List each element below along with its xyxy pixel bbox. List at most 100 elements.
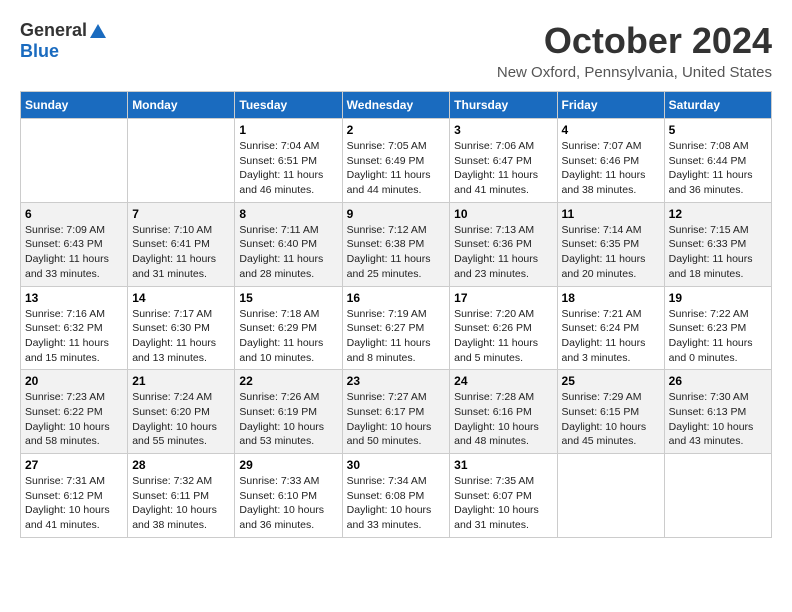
day-info: Sunrise: 7:14 AM Sunset: 6:35 PM Dayligh…: [562, 223, 660, 282]
day-info: Sunrise: 7:33 AM Sunset: 6:10 PM Dayligh…: [239, 474, 337, 533]
calendar-cell: 18Sunrise: 7:21 AM Sunset: 6:24 PM Dayli…: [557, 286, 664, 370]
day-info: Sunrise: 7:12 AM Sunset: 6:38 PM Dayligh…: [347, 223, 446, 282]
day-info: Sunrise: 7:19 AM Sunset: 6:27 PM Dayligh…: [347, 307, 446, 366]
day-info: Sunrise: 7:32 AM Sunset: 6:11 PM Dayligh…: [132, 474, 230, 533]
calendar-cell: 21 Sunrise: 7:24 AM Sunset: 6:20 PM Dayli…: [128, 370, 235, 454]
day-number: 2: [347, 123, 446, 137]
day-info: Sunrise: 7:08 AM Sunset: 6:44 PM Dayligh…: [669, 139, 767, 198]
calendar-cell: 27 Sunrise: 7:31 AM Sunset: 6:12 PM Dayli…: [21, 454, 128, 538]
day-info: Sunrise: 7:23 AM Sunset: 6:22 PM Dayligh…: [25, 390, 123, 449]
calendar-cell: 3 Sunrise: 7:06 AM Sunset: 6:47 PM Daylig…: [450, 119, 557, 203]
day-number: 28: [132, 458, 230, 472]
day-of-week-header: Friday: [557, 92, 664, 119]
day-info: Sunrise: 7:27 AM Sunset: 6:17 PM Dayligh…: [347, 390, 446, 449]
day-number: 24: [454, 374, 552, 388]
logo-triangle-icon: [89, 22, 107, 40]
calendar-cell: 12 Sunrise: 7:15 AM Sunset: 6:33 PM Dayli…: [664, 202, 771, 286]
day-info: Sunrise: 7:11 AM Sunset: 6:40 PM Dayligh…: [239, 223, 337, 282]
day-info: Sunrise: 7:16 AM Sunset: 6:32 PM Dayligh…: [25, 307, 123, 366]
calendar-cell: 9 Sunrise: 7:12 AM Sunset: 6:38 PM Daylig…: [342, 202, 450, 286]
calendar-week-row: 27 Sunrise: 7:31 AM Sunset: 6:12 PM Dayli…: [21, 454, 772, 538]
day-number: 29: [239, 458, 337, 472]
day-info: Sunrise: 7:26 AM Sunset: 6:19 PM Dayligh…: [239, 390, 337, 449]
day-number: 31: [454, 458, 552, 472]
day-number: 13: [25, 291, 123, 305]
calendar-cell: [21, 119, 128, 203]
day-number: 14: [132, 291, 230, 305]
calendar-cell: 5Sunrise: 7:08 AM Sunset: 6:44 PM Daylig…: [664, 119, 771, 203]
calendar-cell: [557, 454, 664, 538]
day-number: 1: [239, 123, 337, 137]
calendar-cell: 1 Sunrise: 7:04 AM Sunset: 6:51 PM Daylig…: [235, 119, 342, 203]
day-of-week-header: Tuesday: [235, 92, 342, 119]
day-number: 16: [347, 291, 446, 305]
calendar-table: SundayMondayTuesdayWednesdayThursdayFrid…: [20, 91, 772, 538]
calendar-cell: 30 Sunrise: 7:34 AM Sunset: 6:08 PM Dayli…: [342, 454, 450, 538]
day-number: 10: [454, 207, 552, 221]
day-info: Sunrise: 7:09 AM Sunset: 6:43 PM Dayligh…: [25, 223, 123, 282]
day-info: Sunrise: 7:24 AM Sunset: 6:20 PM Dayligh…: [132, 390, 230, 449]
calendar-cell: 20 Sunrise: 7:23 AM Sunset: 6:22 PM Dayli…: [21, 370, 128, 454]
day-info: Sunrise: 7:20 AM Sunset: 6:26 PM Dayligh…: [454, 307, 552, 366]
calendar-cell: 28 Sunrise: 7:32 AM Sunset: 6:11 PM Dayli…: [128, 454, 235, 538]
month-title: October 2024: [497, 20, 772, 62]
day-info: Sunrise: 7:05 AM Sunset: 6:49 PM Dayligh…: [347, 139, 446, 198]
day-of-week-header: Sunday: [21, 92, 128, 119]
title-area: October 2024 New Oxford, Pennsylvania, U…: [497, 20, 772, 81]
day-of-week-header: Saturday: [664, 92, 771, 119]
calendar-week-row: 6Sunrise: 7:09 AM Sunset: 6:43 PM Daylig…: [21, 202, 772, 286]
logo-blue: Blue: [20, 41, 59, 61]
calendar-cell: 10 Sunrise: 7:13 AM Sunset: 6:36 PM Dayli…: [450, 202, 557, 286]
day-info: Sunrise: 7:29 AM Sunset: 6:15 PM Dayligh…: [562, 390, 660, 449]
calendar-cell: 2 Sunrise: 7:05 AM Sunset: 6:49 PM Daylig…: [342, 119, 450, 203]
day-number: 12: [669, 207, 767, 221]
calendar-cell: 14 Sunrise: 7:17 AM Sunset: 6:30 PM Dayli…: [128, 286, 235, 370]
day-info: Sunrise: 7:21 AM Sunset: 6:24 PM Dayligh…: [562, 307, 660, 366]
calendar-cell: [664, 454, 771, 538]
calendar-cell: 17Sunrise: 7:20 AM Sunset: 6:26 PM Dayli…: [450, 286, 557, 370]
day-number: 11: [562, 207, 660, 221]
day-of-week-header: Thursday: [450, 92, 557, 119]
day-number: 8: [239, 207, 337, 221]
day-info: Sunrise: 7:07 AM Sunset: 6:46 PM Dayligh…: [562, 139, 660, 198]
day-of-week-header: Wednesday: [342, 92, 450, 119]
day-info: Sunrise: 7:22 AM Sunset: 6:23 PM Dayligh…: [669, 307, 767, 366]
calendar-cell: 31 Sunrise: 7:35 AM Sunset: 6:07 PM Dayli…: [450, 454, 557, 538]
calendar-cell: 22 Sunrise: 7:26 AM Sunset: 6:19 PM Dayli…: [235, 370, 342, 454]
calendar-cell: 19Sunrise: 7:22 AM Sunset: 6:23 PM Dayli…: [664, 286, 771, 370]
day-of-week-header: Monday: [128, 92, 235, 119]
day-info: Sunrise: 7:18 AM Sunset: 6:29 PM Dayligh…: [239, 307, 337, 366]
day-number: 20: [25, 374, 123, 388]
calendar-header-row: SundayMondayTuesdayWednesdayThursdayFrid…: [21, 92, 772, 119]
calendar-cell: 25Sunrise: 7:29 AM Sunset: 6:15 PM Dayli…: [557, 370, 664, 454]
calendar-cell: 23Sunrise: 7:27 AM Sunset: 6:17 PM Dayli…: [342, 370, 450, 454]
calendar-cell: 8 Sunrise: 7:11 AM Sunset: 6:40 PM Daylig…: [235, 202, 342, 286]
day-number: 26: [669, 374, 767, 388]
day-number: 22: [239, 374, 337, 388]
calendar-week-row: 13 Sunrise: 7:16 AM Sunset: 6:32 PM Dayli…: [21, 286, 772, 370]
calendar-cell: 4Sunrise: 7:07 AM Sunset: 6:46 PM Daylig…: [557, 119, 664, 203]
calendar-cell: 11 Sunrise: 7:14 AM Sunset: 6:35 PM Dayli…: [557, 202, 664, 286]
location: New Oxford, Pennsylvania, United States: [497, 64, 772, 81]
day-info: Sunrise: 7:30 AM Sunset: 6:13 PM Dayligh…: [669, 390, 767, 449]
day-info: Sunrise: 7:13 AM Sunset: 6:36 PM Dayligh…: [454, 223, 552, 282]
day-info: Sunrise: 7:34 AM Sunset: 6:08 PM Dayligh…: [347, 474, 446, 533]
logo-general: General: [20, 20, 87, 41]
day-info: Sunrise: 7:04 AM Sunset: 6:51 PM Dayligh…: [239, 139, 337, 198]
day-number: 21: [132, 374, 230, 388]
day-info: Sunrise: 7:15 AM Sunset: 6:33 PM Dayligh…: [669, 223, 767, 282]
day-number: 27: [25, 458, 123, 472]
calendar-cell: 26 Sunrise: 7:30 AM Sunset: 6:13 PM Dayli…: [664, 370, 771, 454]
day-number: 3: [454, 123, 552, 137]
day-number: 15: [239, 291, 337, 305]
day-info: Sunrise: 7:35 AM Sunset: 6:07 PM Dayligh…: [454, 474, 552, 533]
day-number: 9: [347, 207, 446, 221]
day-number: 30: [347, 458, 446, 472]
day-info: Sunrise: 7:31 AM Sunset: 6:12 PM Dayligh…: [25, 474, 123, 533]
day-info: Sunrise: 7:28 AM Sunset: 6:16 PM Dayligh…: [454, 390, 552, 449]
day-info: Sunrise: 7:06 AM Sunset: 6:47 PM Dayligh…: [454, 139, 552, 198]
calendar-cell: 29 Sunrise: 7:33 AM Sunset: 6:10 PM Dayli…: [235, 454, 342, 538]
day-info: Sunrise: 7:10 AM Sunset: 6:41 PM Dayligh…: [132, 223, 230, 282]
day-info: Sunrise: 7:17 AM Sunset: 6:30 PM Dayligh…: [132, 307, 230, 366]
calendar-cell: 24 Sunrise: 7:28 AM Sunset: 6:16 PM Dayli…: [450, 370, 557, 454]
